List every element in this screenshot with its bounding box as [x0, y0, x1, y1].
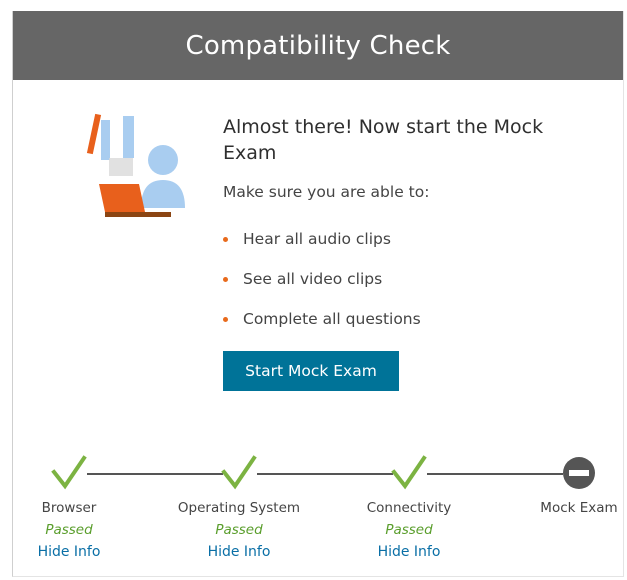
list-item-label: Hear all audio clips	[243, 230, 391, 248]
list-item-label: See all video clips	[243, 270, 383, 288]
check-icon	[51, 455, 87, 490]
step-operating-system: Operating System Passed Hide Info	[169, 451, 309, 560]
step-status: Passed	[215, 522, 263, 538]
step-status: Passed	[45, 522, 93, 538]
list-item: Complete all questions	[223, 299, 603, 339]
hide-info-link[interactable]: Hide Info	[339, 544, 479, 560]
instructions-subtext: Make sure you are able to:	[223, 183, 430, 201]
progress-steps: Browser Passed Hide Info Operating Syste…	[13, 451, 625, 561]
step-browser: Browser Passed Hide Info	[0, 451, 139, 560]
minus-circle-icon	[563, 457, 595, 489]
instructions-heading: Almost there! Now start the Mock Exam	[223, 116, 544, 164]
bullet-icon	[223, 236, 228, 242]
step-name: Browser	[41, 500, 97, 516]
list-item-label: Complete all questions	[243, 310, 421, 328]
check-icon	[221, 455, 257, 490]
step-name: Connectivity	[366, 500, 452, 516]
step-name: Operating System	[177, 500, 301, 516]
instructions-section: Almost there! Now start the Mock Exam Ma…	[223, 114, 603, 391]
check-icon	[391, 455, 427, 490]
step-mock-exam: Mock Exam	[509, 451, 627, 516]
step-name: Mock Exam	[540, 500, 618, 516]
list-item: See all video clips	[223, 259, 603, 299]
bullet-icon	[223, 276, 228, 282]
bullet-icon	[223, 316, 228, 322]
exam-illustration-icon	[86, 113, 185, 217]
header-bar: Compatibility Check	[13, 11, 623, 80]
hide-info-link[interactable]: Hide Info	[169, 544, 309, 560]
step-connectivity: Connectivity Passed Hide Info	[339, 451, 479, 560]
list-item: Hear all audio clips	[223, 219, 603, 259]
step-status: Passed	[385, 522, 433, 538]
requirements-list: Hear all audio clips See all video clips…	[223, 219, 603, 339]
hide-info-link[interactable]: Hide Info	[0, 544, 139, 560]
start-mock-exam-button[interactable]: Start Mock Exam	[223, 351, 399, 391]
compatibility-check-panel: Compatibility Check Almost there! Now st…	[12, 11, 624, 577]
page-title: Compatibility Check	[185, 30, 451, 61]
